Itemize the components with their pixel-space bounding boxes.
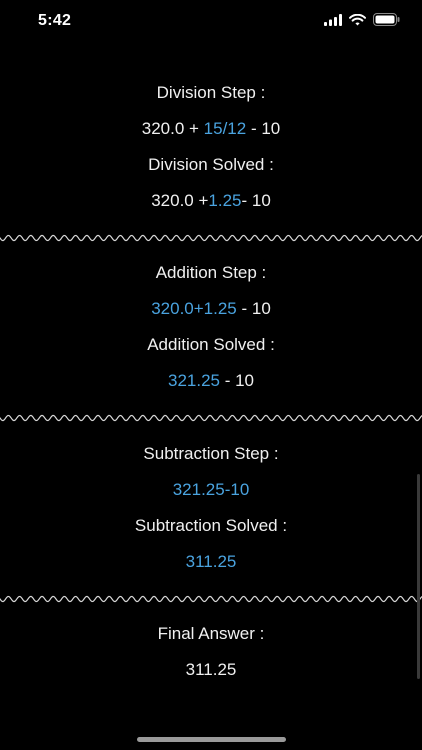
subtraction-solved-label: Subtraction Solved : <box>134 516 288 535</box>
status-icons <box>324 13 400 31</box>
home-indicator[interactable] <box>137 737 286 742</box>
status-time: 5:42 <box>38 12 72 29</box>
expression-text: - 10 <box>219 371 255 390</box>
expression-highlight: 320.0+1.25 <box>151 299 237 318</box>
division-solved-label: Division Solved : <box>148 155 274 174</box>
wave-divider <box>0 411 422 425</box>
expression-text: - 10 <box>241 191 271 210</box>
expression-text: 320.0 + <box>151 191 209 210</box>
division-solved-expression: 320.0 +1.25- 10 <box>0 190 422 212</box>
addition-step-expression: 320.0+1.25 - 10 <box>0 298 422 320</box>
expression-highlight: 321.25 <box>167 371 220 390</box>
wave-divider <box>0 592 422 606</box>
expression-text: - 10 <box>246 119 281 138</box>
division-step-label: Division Step : <box>156 83 266 102</box>
wave-divider <box>0 231 422 245</box>
expression-highlight: 321.25-10 <box>172 480 250 499</box>
expression-highlight: 1.25 <box>208 191 242 210</box>
expression-text: - 10 <box>236 299 271 318</box>
subtraction-step-expression: 321.25-10 <box>0 479 422 501</box>
subtraction-step-label: Subtraction Step : <box>143 444 279 463</box>
signal-icon <box>324 13 342 31</box>
addition-solved-label: Addition Solved : <box>147 335 275 354</box>
final-answer-value: 311.25 <box>185 660 237 679</box>
expression-highlight: 311.25 <box>185 552 237 571</box>
division-step-expression: 320.0 + 15/12 - 10 <box>0 118 422 140</box>
final-answer-label: Final Answer : <box>157 624 265 643</box>
scroll-indicator[interactable] <box>417 474 420 679</box>
status-bar: 5:42 <box>0 0 422 44</box>
addition-step-label: Addition Step : <box>155 263 267 282</box>
battery-icon <box>373 13 400 31</box>
subtraction-solved-expression: 311.25 <box>0 551 422 573</box>
expression-highlight: 15/12 <box>203 119 247 138</box>
addition-solved-expression: 321.25 - 10 <box>0 370 422 392</box>
wifi-icon <box>349 13 366 31</box>
expression-text: 320.0 + <box>141 119 204 138</box>
